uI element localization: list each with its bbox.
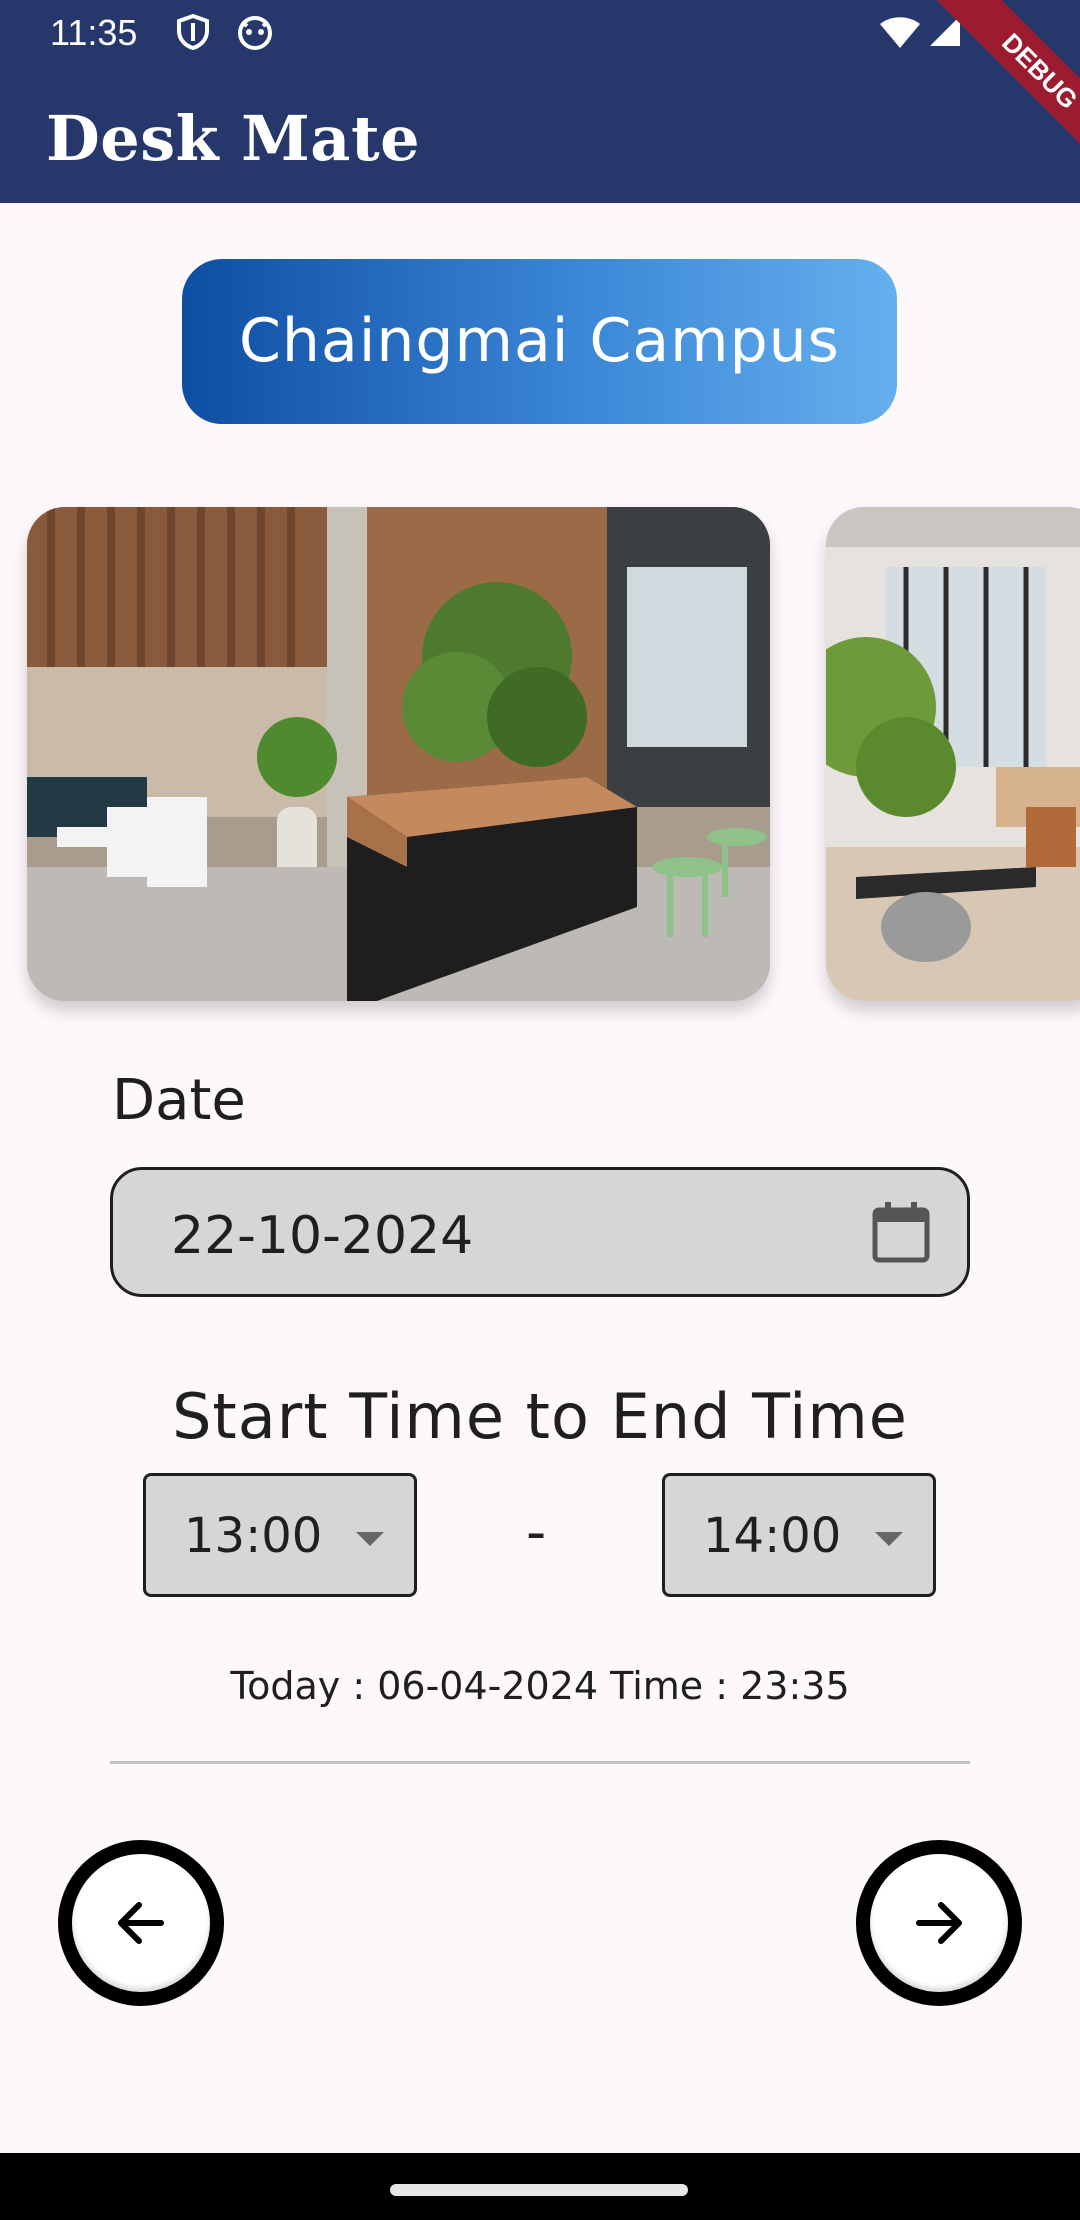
start-time-value: 13:00 — [184, 1508, 323, 1564]
back-button[interactable] — [58, 1840, 224, 2006]
home-indicator[interactable] — [390, 2184, 688, 2196]
coworking-lounge-photo[interactable] — [826, 507, 1080, 1001]
chevron-down-icon — [356, 1532, 384, 1546]
next-button[interactable] — [856, 1840, 1022, 2006]
shield-icon — [176, 13, 210, 54]
wifi-icon — [878, 16, 922, 54]
time-range-heading: Start Time to End Time — [172, 1380, 908, 1453]
arrow-left-icon — [118, 1902, 164, 1944]
campus-button[interactable]: Chaingmai Campus — [182, 259, 897, 424]
end-time-dropdown[interactable]: 14:00 — [662, 1473, 936, 1597]
end-time-value: 14:00 — [703, 1508, 842, 1564]
time-separator: - — [526, 1500, 547, 1565]
start-time-dropdown[interactable]: 13:00 — [143, 1473, 417, 1597]
arrow-right-icon — [916, 1902, 962, 1944]
coworking-lobby-photo[interactable] — [27, 507, 770, 1001]
app-bar: 11:35 DEBUG Desk Mate — [0, 0, 1080, 203]
calendar-icon[interactable] — [871, 1202, 931, 1268]
date-label: Date — [112, 1068, 246, 1133]
status-time: 11:35 — [50, 12, 138, 53]
date-field[interactable]: 22-10-2024 — [110, 1167, 970, 1297]
date-value: 22-10-2024 — [171, 1206, 474, 1266]
robot-face-icon — [236, 14, 274, 54]
app-title: Desk Mate — [46, 102, 421, 175]
divider — [110, 1761, 970, 1764]
chevron-down-icon — [875, 1532, 903, 1546]
today-info: Today : 06-04-2024 Time : 23:35 — [230, 1664, 850, 1708]
